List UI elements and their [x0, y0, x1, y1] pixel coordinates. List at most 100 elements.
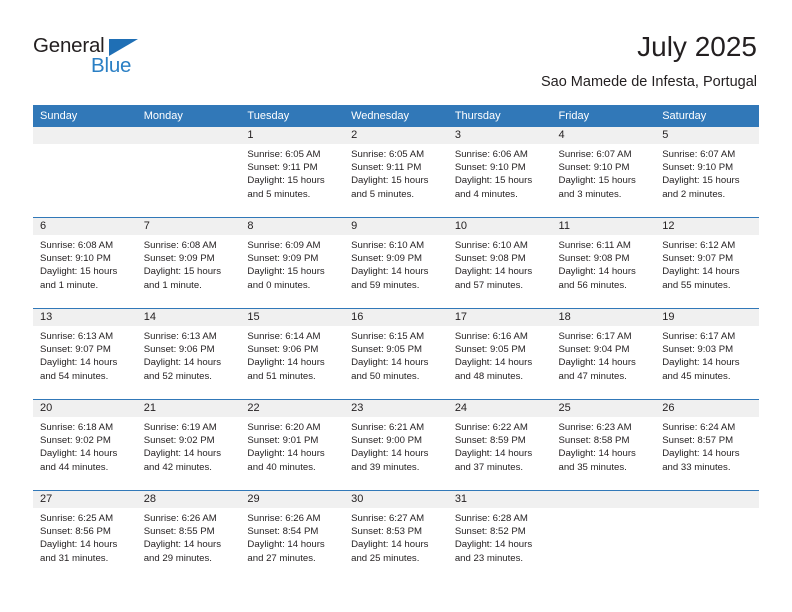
day-details: Sunrise: 6:05 AM Sunset: 9:11 PM Daylight:… [344, 144, 448, 201]
daylight-text: Daylight: 14 hours [143, 539, 222, 551]
sunrise-text: Sunrise: 6:13 AM [143, 331, 217, 342]
calendar-day-cell[interactable]: 22 Sunrise: 6:20 AM Sunset: 9:01 PM Dayligh… [240, 399, 345, 491]
daylight-text: Daylight: 14 hours [558, 448, 636, 460]
calendar-week-row: 13 Sunrise: 6:13 AM Sunset: 9:07 PM Dayligh… [33, 308, 759, 400]
calendar-day-cell[interactable]: 9 Sunrise: 6:10 AM Sunset: 9:09 PM Daylight… [344, 217, 448, 309]
daylight-text: Daylight: 14 hours [351, 539, 429, 551]
day-number: 3 [447, 127, 552, 144]
daylight-text: and 5 minutes. [351, 188, 415, 200]
calendar-day-cell[interactable]: 4 Sunrise: 6:07 AM Sunset: 9:10 PM Daylight… [551, 127, 656, 218]
calendar-day-cell[interactable]: 18 Sunrise: 6:17 AM Sunset: 9:04 PM Dayligh… [551, 308, 656, 400]
sunset-text: Sunset: 9:02 PM [40, 435, 111, 447]
daylight-text: and 42 minutes. [143, 461, 212, 473]
day-10: 10 Sunrise: 6:10 AM Sunset: 9:08 PM Dayligh… [447, 218, 552, 308]
day-17: 17 Sunrise: 6:16 AM Sunset: 9:05 PM Dayligh… [447, 309, 552, 399]
calendar-day-cell[interactable]: 16 Sunrise: 6:15 AM Sunset: 9:05 PM Dayligh… [344, 308, 448, 400]
day-number: 13 [33, 309, 137, 326]
sunrise-text: Sunrise: 6:05 AM [247, 149, 321, 160]
day-details: Sunrise: 6:19 AM Sunset: 9:02 PM Daylight:… [137, 417, 241, 474]
day-number: 17 [447, 309, 552, 326]
day-number: 30 [344, 491, 448, 508]
calendar-day-cell[interactable]: 27 Sunrise: 6:25 AM Sunset: 8:56 PM Dayligh… [33, 490, 137, 581]
calendar-day-cell[interactable] [136, 127, 241, 218]
calendar-day-cell[interactable]: 26 Sunrise: 6:24 AM Sunset: 8:57 PM Dayligh… [655, 399, 759, 491]
calendar-day-cell[interactable]: 11 Sunrise: 6:11 AM Sunset: 9:08 PM Dayligh… [551, 217, 656, 309]
calendar-day-cell[interactable]: 7 Sunrise: 6:08 AM Sunset: 9:09 PM Daylight… [136, 217, 241, 309]
daylight-text: and 40 minutes. [247, 461, 316, 473]
daylight-text: and 51 minutes. [247, 370, 316, 382]
calendar-day-cell[interactable]: 21 Sunrise: 6:19 AM Sunset: 9:02 PM Dayligh… [136, 399, 241, 491]
day-28: 28 Sunrise: 6:26 AM Sunset: 8:55 PM Dayligh… [136, 491, 241, 581]
day-number: 5 [655, 127, 759, 144]
day-details: Sunrise: 6:13 AM Sunset: 9:06 PM Daylight:… [137, 326, 241, 383]
sunset-text: Sunset: 8:58 PM [558, 435, 630, 447]
sunrise-text: Sunrise: 6:22 AM [454, 422, 528, 433]
sunset-text: Sunset: 9:09 PM [247, 253, 319, 265]
empty-day [136, 127, 241, 217]
calendar-day-cell[interactable]: 30 Sunrise: 6:27 AM Sunset: 8:53 PM Dayligh… [344, 490, 448, 581]
calendar-day-cell[interactable]: 28 Sunrise: 6:26 AM Sunset: 8:55 PM Dayligh… [136, 490, 241, 581]
page-title: July 2025 [637, 31, 757, 62]
day-number: 31 [447, 491, 552, 508]
calendar-week-row: 1 Sunrise: 6:05 AM Sunset: 9:11 PM Daylight… [33, 127, 759, 218]
day-details: Sunrise: 6:07 AM Sunset: 9:10 PM Daylight:… [655, 144, 759, 201]
daylight-text: Daylight: 15 hours [143, 266, 222, 278]
calendar-day-cell[interactable]: 17 Sunrise: 6:16 AM Sunset: 9:05 PM Dayligh… [447, 308, 552, 400]
empty-day [551, 491, 656, 581]
sunset-text: Sunset: 9:00 PM [351, 435, 423, 447]
sunrise-text: Sunrise: 6:25 AM [40, 513, 114, 524]
calendar-day-cell[interactable]: 5 Sunrise: 6:07 AM Sunset: 9:10 PM Daylight… [655, 127, 759, 218]
daylight-text: and 1 minute. [40, 279, 99, 291]
weekday-header-wednesday: Wednesday [344, 105, 448, 127]
calendar-day-cell[interactable]: 1 Sunrise: 6:05 AM Sunset: 9:11 PM Daylight… [240, 127, 345, 218]
sunset-text: Sunset: 8:54 PM [247, 526, 319, 538]
calendar-day-cell[interactable]: 29 Sunrise: 6:26 AM Sunset: 8:54 PM Dayligh… [240, 490, 345, 581]
calendar-day-cell[interactable]: 3 Sunrise: 6:06 AM Sunset: 9:10 PM Daylight… [447, 127, 552, 218]
day-number: 15 [240, 309, 345, 326]
daylight-text: and 25 minutes. [351, 552, 420, 564]
daylight-text: Daylight: 14 hours [247, 448, 325, 460]
calendar-day-cell[interactable]: 2 Sunrise: 6:05 AM Sunset: 9:11 PM Daylight… [344, 127, 448, 218]
sunrise-text: Sunrise: 6:08 AM [40, 240, 114, 251]
calendar-day-cell[interactable]: 6 Sunrise: 6:08 AM Sunset: 9:10 PM Daylight… [33, 217, 137, 309]
day-30: 30 Sunrise: 6:27 AM Sunset: 8:53 PM Dayligh… [344, 491, 448, 581]
day-number: 26 [655, 400, 759, 417]
weekday-header-friday: Friday [551, 105, 656, 127]
daylight-text: Daylight: 14 hours [351, 357, 429, 369]
daylight-text: and 55 minutes. [662, 279, 731, 291]
calendar-day-cell[interactable]: 8 Sunrise: 6:09 AM Sunset: 9:09 PM Daylight… [240, 217, 345, 309]
day-details: Sunrise: 6:08 AM Sunset: 9:09 PM Daylight:… [137, 235, 241, 292]
day-3: 3 Sunrise: 6:06 AM Sunset: 9:10 PM Daylight… [447, 127, 552, 217]
calendar-day-cell[interactable]: 24 Sunrise: 6:22 AM Sunset: 8:59 PM Dayligh… [447, 399, 552, 491]
day-number: 22 [240, 400, 345, 417]
day-31: 31 Sunrise: 6:28 AM Sunset: 8:52 PM Dayligh… [447, 491, 552, 581]
calendar-day-cell[interactable]: 13 Sunrise: 6:13 AM Sunset: 9:07 PM Dayligh… [33, 308, 137, 400]
calendar-day-cell[interactable]: 12 Sunrise: 6:12 AM Sunset: 9:07 PM Dayligh… [655, 217, 759, 309]
sunset-text: Sunset: 9:10 PM [662, 162, 734, 174]
calendar-day-cell[interactable]: 20 Sunrise: 6:18 AM Sunset: 9:02 PM Dayligh… [33, 399, 137, 491]
daylight-text: Daylight: 14 hours [558, 357, 636, 369]
day-25: 25 Sunrise: 6:23 AM Sunset: 8:58 PM Dayligh… [551, 400, 656, 490]
daylight-text: Daylight: 14 hours [454, 357, 533, 369]
calendar-day-cell[interactable]: 15 Sunrise: 6:14 AM Sunset: 9:06 PM Dayligh… [240, 308, 345, 400]
calendar-day-cell[interactable]: 31 Sunrise: 6:28 AM Sunset: 8:52 PM Dayligh… [447, 490, 552, 581]
calendar-day-cell[interactable]: 14 Sunrise: 6:13 AM Sunset: 9:06 PM Dayligh… [136, 308, 241, 400]
daylight-text: Daylight: 14 hours [351, 266, 429, 278]
day-details [33, 144, 137, 148]
calendar-day-cell[interactable]: 23 Sunrise: 6:21 AM Sunset: 9:00 PM Dayligh… [344, 399, 448, 491]
calendar-day-cell[interactable] [551, 490, 656, 581]
day-number: 8 [240, 218, 345, 235]
calendar-day-cell[interactable]: 10 Sunrise: 6:10 AM Sunset: 9:08 PM Dayligh… [447, 217, 552, 309]
sunrise-text: Sunrise: 6:23 AM [558, 422, 632, 433]
calendar-day-cell[interactable]: 25 Sunrise: 6:23 AM Sunset: 8:58 PM Dayligh… [551, 399, 656, 491]
daylight-text: Daylight: 14 hours [454, 266, 533, 278]
day-number: 28 [136, 491, 241, 508]
calendar-day-cell[interactable] [655, 490, 759, 581]
day-16: 16 Sunrise: 6:15 AM Sunset: 9:05 PM Dayligh… [344, 309, 448, 399]
calendar-day-cell[interactable] [33, 127, 137, 218]
calendar-day-cell[interactable]: 19 Sunrise: 6:17 AM Sunset: 9:03 PM Dayligh… [655, 308, 759, 400]
sunset-text: Sunset: 8:56 PM [40, 526, 111, 538]
daylight-text: and 5 minutes. [247, 188, 311, 200]
sunset-text: Sunset: 9:05 PM [351, 344, 423, 356]
daylight-text: Daylight: 15 hours [247, 266, 325, 278]
